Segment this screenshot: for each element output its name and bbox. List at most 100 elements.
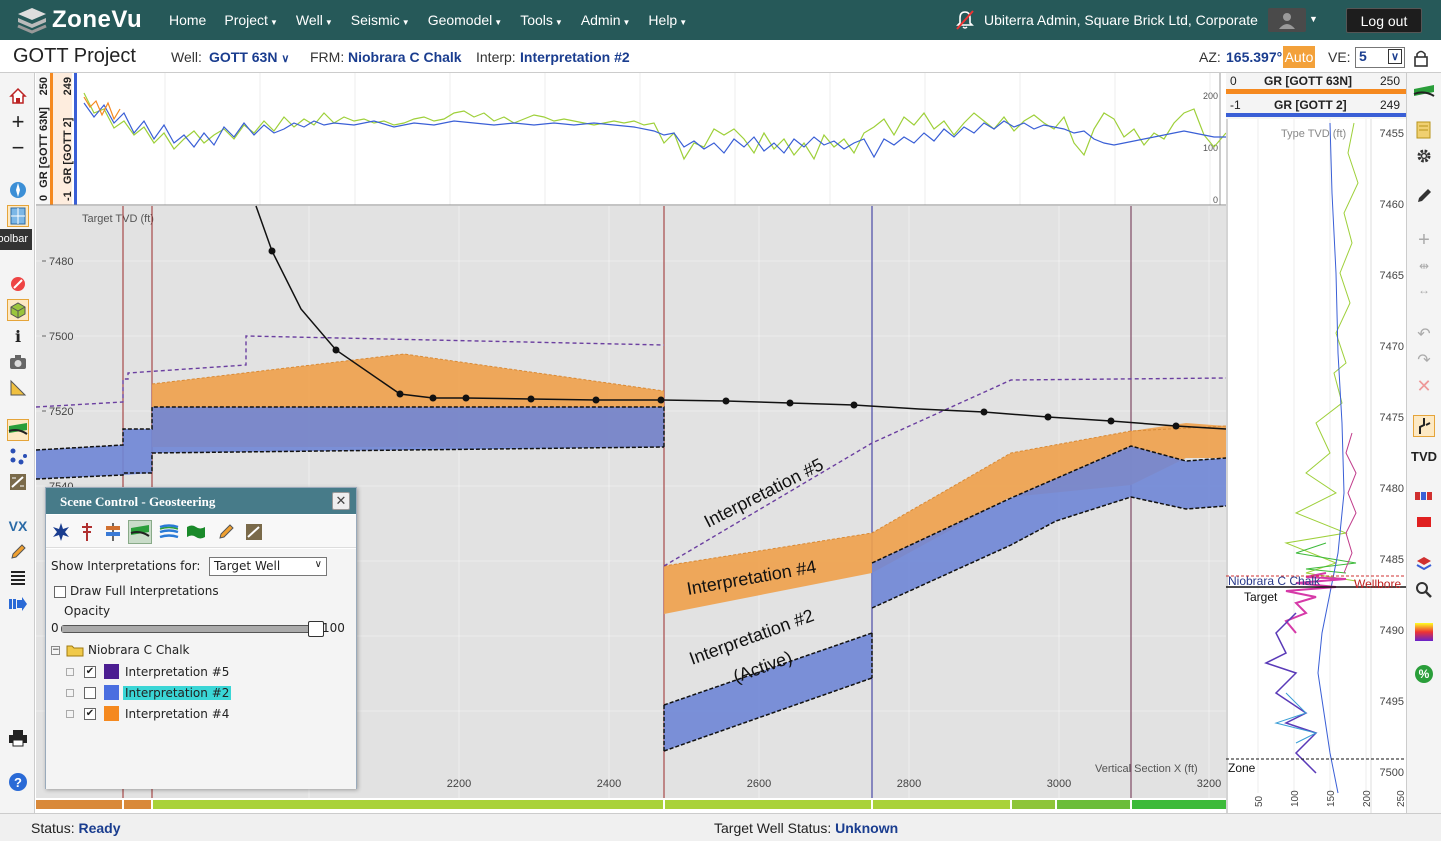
interpretation-color-swatch[interactable] bbox=[104, 664, 119, 679]
interpretation-visible-checkbox[interactable]: ✔ bbox=[84, 707, 96, 720]
well-selector[interactable]: GOTT 63N ∨ bbox=[209, 49, 289, 65]
collapse-icon[interactable]: − bbox=[51, 645, 60, 655]
user-menu-caret-icon[interactable]: ▼ bbox=[1309, 14, 1318, 24]
fault-icon[interactable] bbox=[7, 471, 29, 493]
points-icon[interactable] bbox=[7, 445, 29, 467]
help-icon[interactable]: ? bbox=[7, 771, 29, 793]
tvd-icon[interactable]: TVD bbox=[1411, 445, 1437, 467]
type-well-y-tick: 7495 bbox=[1380, 696, 1404, 708]
auto-button[interactable]: Auto bbox=[1283, 46, 1315, 68]
nav-tools[interactable]: Tools ▼ bbox=[520, 12, 563, 28]
type-well-y-axis-label: Type TVD (ft) bbox=[1281, 128, 1346, 140]
pencil-icon[interactable] bbox=[214, 520, 238, 544]
dialog-title[interactable]: Scene Control - Geosteering bbox=[46, 488, 356, 514]
frm-label: FRM: bbox=[310, 49, 345, 65]
nav-help[interactable]: Help ▼ bbox=[648, 12, 687, 28]
nav-home[interactable]: Home bbox=[169, 12, 206, 28]
seismic-star-icon[interactable] bbox=[49, 520, 73, 544]
interp-value[interactable]: Interpretation #2 bbox=[520, 49, 630, 65]
project-bar: GOTT Project Well: GOTT 63N ∨ FRM: Niobr… bbox=[0, 40, 1441, 73]
color-palette-icon[interactable] bbox=[1413, 621, 1435, 643]
interpretation-row[interactable]: Interpretation #2 bbox=[66, 685, 232, 700]
info-icon[interactable]: i bbox=[7, 325, 29, 347]
pencil-icon[interactable] bbox=[7, 541, 29, 563]
ruler-icon[interactable] bbox=[7, 377, 29, 399]
zonevu-logo[interactable]: ZoneVu bbox=[16, 5, 142, 35]
nav-well[interactable]: Well ▼ bbox=[296, 12, 333, 28]
camera-icon[interactable] bbox=[7, 351, 29, 373]
geosteer-icon[interactable] bbox=[1413, 81, 1435, 103]
draw-full-interpretations-option[interactable]: Draw Full Interpretations bbox=[54, 584, 219, 598]
logout-button[interactable]: Log out bbox=[1346, 8, 1422, 33]
fault-icon[interactable] bbox=[242, 520, 266, 544]
horizons-icon[interactable] bbox=[157, 520, 181, 544]
zoom-in-icon[interactable]: + bbox=[7, 109, 29, 134]
user-label[interactable]: Ubiterra Admin, Square Brick Ltd, Corpor… bbox=[984, 12, 1258, 28]
well-icon[interactable] bbox=[75, 520, 99, 544]
undo-icon[interactable]: ↶ bbox=[1413, 323, 1435, 345]
type-well-panel[interactable]: 0 GR [GOTT 63N] 250 -1 GR [GOTT 2] 249 T… bbox=[1226, 73, 1406, 813]
frm-value[interactable]: Niobrara C Chalk bbox=[348, 49, 462, 65]
close-icon: ✕ bbox=[335, 493, 347, 508]
opacity-slider[interactable] bbox=[61, 621, 324, 637]
grid-icon[interactable] bbox=[7, 205, 29, 227]
notifications-muted-icon[interactable] bbox=[954, 9, 976, 31]
interpretation-row[interactable]: ✔ Interpretation #4 bbox=[66, 706, 231, 721]
interpretation-visible-checkbox[interactable] bbox=[84, 686, 96, 699]
fault-tool-icon[interactable] bbox=[1413, 415, 1435, 437]
folder-niobrara[interactable]: − Niobrara C Chalk bbox=[51, 643, 189, 657]
add-point-icon[interactable]: + bbox=[1413, 229, 1435, 251]
print-icon[interactable] bbox=[7, 727, 29, 749]
zoom-out-icon[interactable]: − bbox=[7, 135, 29, 160]
interpretation-row[interactable]: ✔ Interpretation #5 bbox=[66, 664, 231, 679]
interpretation-color-swatch[interactable] bbox=[104, 685, 119, 700]
nav-label: Help bbox=[648, 12, 678, 28]
interpretation-visible-checkbox[interactable]: ✔ bbox=[84, 665, 96, 678]
scene-control-dialog: Scene Control - Geosteering ✕ Show Inter… bbox=[45, 487, 357, 789]
search-icon[interactable] bbox=[1413, 579, 1435, 601]
expand-icon[interactable] bbox=[66, 688, 74, 697]
stop-icon[interactable] bbox=[1413, 511, 1435, 533]
compass-icon[interactable] bbox=[7, 179, 29, 201]
geosteer-tool-icon[interactable] bbox=[128, 520, 152, 544]
layers-color-icon[interactable] bbox=[1413, 553, 1435, 575]
export-icon[interactable] bbox=[7, 593, 29, 615]
nav-project[interactable]: Project ▼ bbox=[224, 12, 278, 28]
interpretation-color-swatch[interactable] bbox=[104, 706, 119, 721]
pencil-icon[interactable] bbox=[1413, 185, 1435, 207]
nav-geomodel[interactable]: Geomodel ▼ bbox=[428, 12, 503, 28]
layers-icon[interactable] bbox=[7, 567, 29, 589]
signpost-icon[interactable] bbox=[101, 520, 125, 544]
ve-select[interactable]: 5 ∨ bbox=[1355, 47, 1405, 68]
expand-icon[interactable] bbox=[66, 667, 74, 676]
nav-label: Home bbox=[169, 12, 207, 28]
type-well-track1-name: GR [GOTT 63N] bbox=[1264, 74, 1352, 88]
geosteer-icon[interactable] bbox=[7, 419, 29, 441]
redo-icon[interactable]: ↷ bbox=[1413, 349, 1435, 371]
top-navbar: ZoneVu Home Project ▼ Well ▼ Seismic ▼ Geom… bbox=[0, 0, 1441, 40]
compass-icon[interactable] bbox=[7, 273, 29, 295]
nav-admin[interactable]: Admin ▼ bbox=[581, 12, 631, 28]
split-icon[interactable]: ⇹ bbox=[1413, 255, 1435, 277]
az-value[interactable]: 165.397° bbox=[1226, 49, 1282, 65]
home-icon[interactable] bbox=[7, 85, 29, 107]
type-well-y-tick: 7475 bbox=[1380, 412, 1404, 424]
close-button[interactable]: ✕ bbox=[332, 492, 350, 510]
merge-icon[interactable]: ↔ bbox=[1413, 279, 1435, 301]
draw-full-checkbox[interactable] bbox=[54, 585, 66, 598]
status-value: Ready bbox=[78, 820, 121, 836]
avatar[interactable] bbox=[1268, 8, 1306, 32]
show-interpretations-select[interactable]: Target Well ∨ bbox=[209, 557, 327, 576]
delete-icon[interactable]: ✕ bbox=[1413, 375, 1435, 397]
percent-icon[interactable]: % bbox=[1413, 663, 1435, 685]
notes-icon[interactable] bbox=[1413, 119, 1435, 141]
nav-seismic[interactable]: Seismic ▼ bbox=[351, 12, 410, 28]
vx-icon[interactable]: VX bbox=[7, 515, 29, 537]
lock-icon[interactable] bbox=[1412, 48, 1430, 68]
section-y-tick: 7520 bbox=[49, 406, 73, 418]
gear-icon[interactable] bbox=[1413, 145, 1435, 167]
expand-icon[interactable] bbox=[66, 709, 74, 718]
cube-icon[interactable] bbox=[7, 299, 29, 321]
bars-icon[interactable] bbox=[1413, 485, 1435, 507]
flag-icon[interactable] bbox=[184, 520, 208, 544]
